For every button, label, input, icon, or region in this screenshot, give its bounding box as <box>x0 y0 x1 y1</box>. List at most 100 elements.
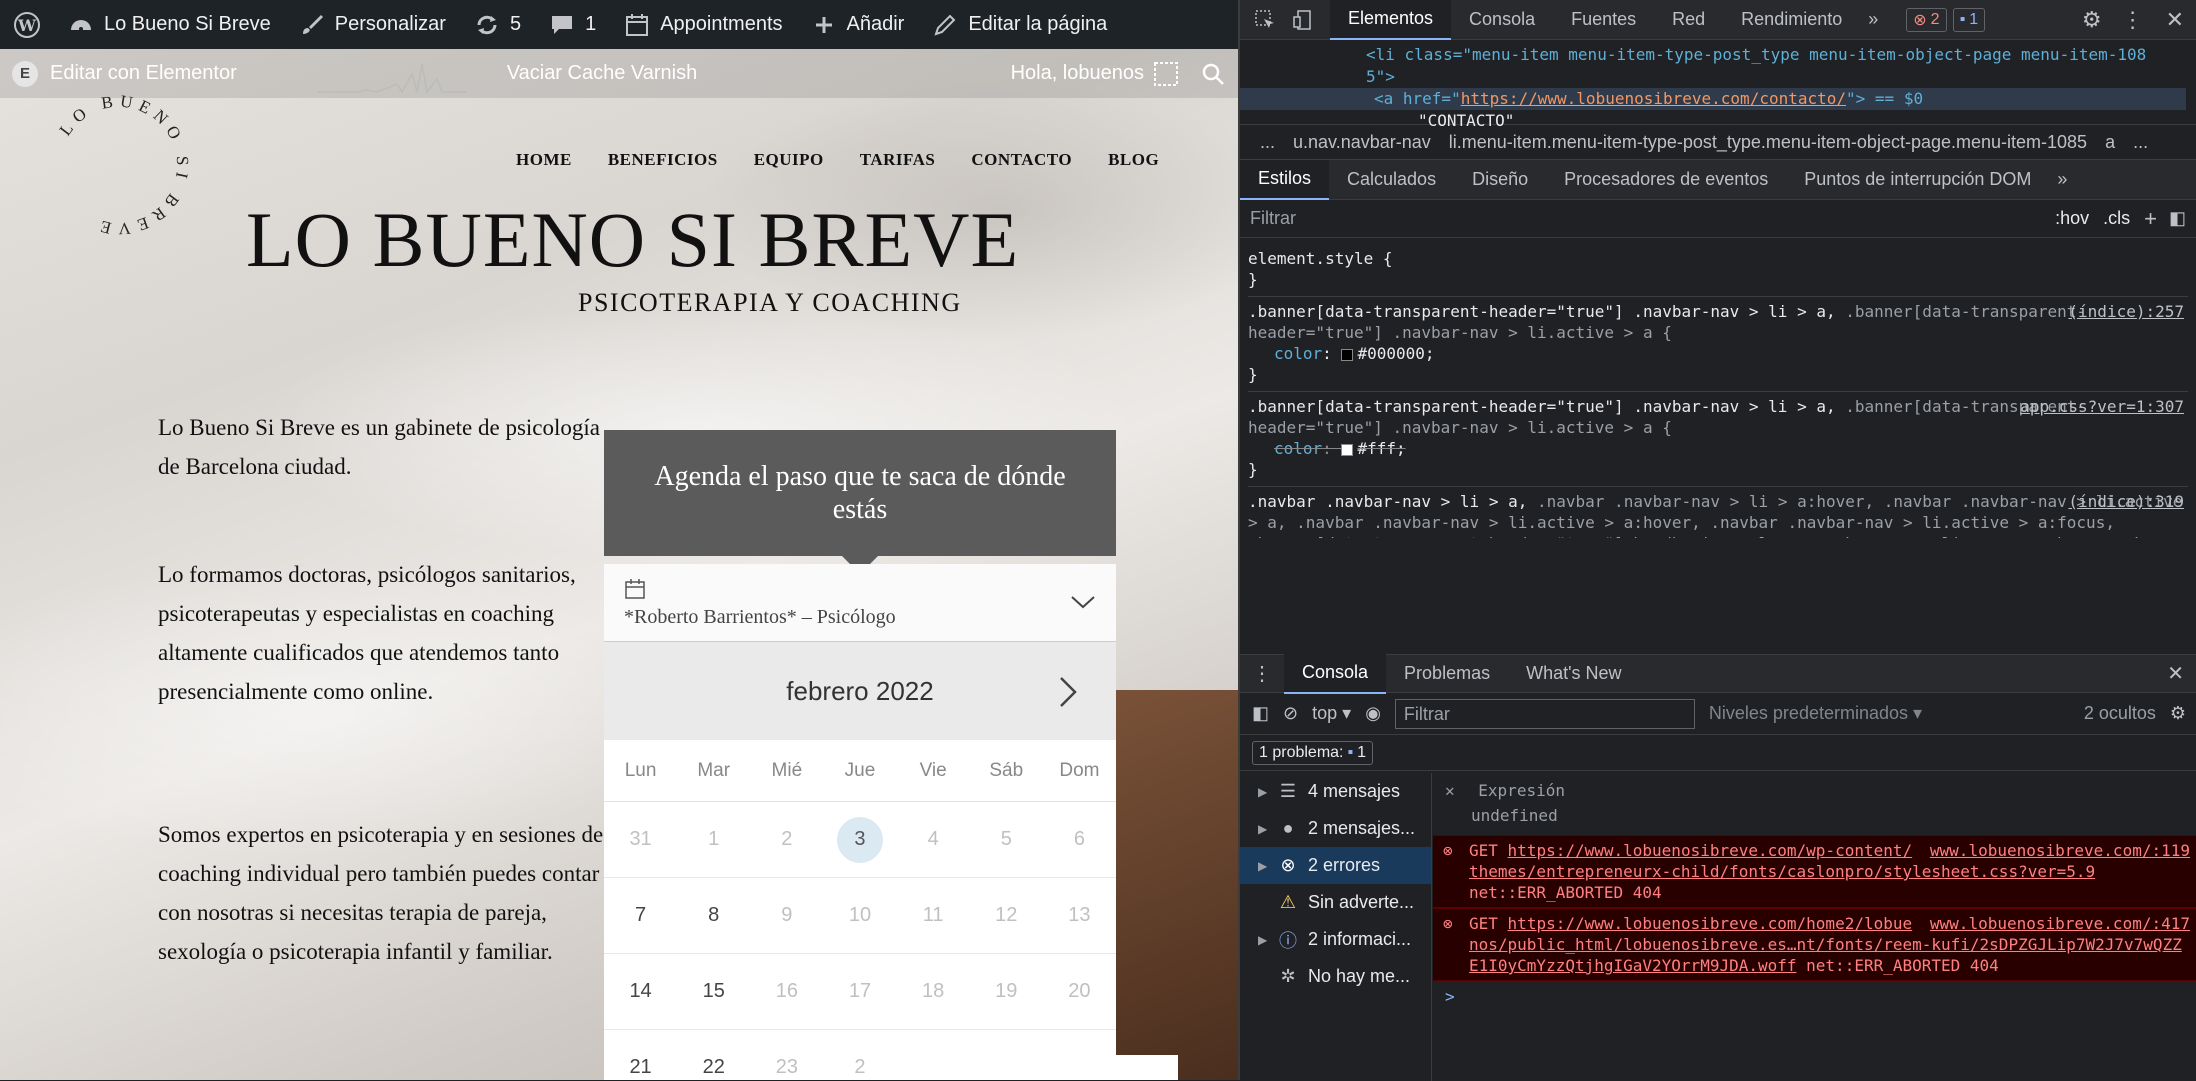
dom-node-li[interactable]: <li class="menu-item menu-item-type-post… <box>1250 44 2186 66</box>
calendar-day[interactable]: 7 <box>604 878 677 953</box>
console-sidebar-item[interactable]: ▶ ⓘ 2 informaci... <box>1240 921 1431 958</box>
tab-dom-breakpoints[interactable]: Puntos de interrupción DOM <box>1786 160 2049 200</box>
nav-beneficios[interactable]: BENEFICIOS <box>590 150 736 170</box>
service-select[interactable]: *Roberto Barrientos* – Psicólogo <box>604 564 1116 642</box>
tab-layout[interactable]: Diseño <box>1454 160 1546 200</box>
device-toggle-icon[interactable] <box>1292 9 1314 31</box>
css-source-link[interactable]: app.css?ver=1:307 <box>2020 396 2184 417</box>
customize-link[interactable]: Personalizar <box>285 0 460 49</box>
console-error[interactable]: ⊗ GET www.lobuenosibreve.com/:119 https://… <box>1433 835 2196 908</box>
levels-select[interactable]: Niveles predeterminados ▾ <box>1709 703 1922 724</box>
clear-console-icon[interactable]: ⊘ <box>1283 703 1298 724</box>
error-badge[interactable]: ⊗ 2 <box>1906 7 1947 32</box>
edit-page-link[interactable]: Editar la página <box>918 0 1121 49</box>
console-filter-input[interactable]: Filtrar <box>1394 698 1695 729</box>
edit-with-elementor-link[interactable]: Editar con Elementor <box>50 62 237 85</box>
dom-node-a[interactable]: <a href="https://www.lobuenosibreve.com/… <box>1240 88 2186 110</box>
nav-home[interactable]: HOME <box>498 150 590 170</box>
breadcrumb-more[interactable]: ... <box>1260 132 1275 153</box>
dom-a-link[interactable]: https://www.lobuenosibreve.com/contacto/ <box>1461 89 1846 108</box>
css-source-link[interactable]: (índice):319 <box>2068 491 2184 512</box>
user-greeting[interactable]: Hola, lobuenos <box>1011 49 1178 98</box>
hov-toggle[interactable]: :hov <box>2055 208 2089 229</box>
drawer-tab-issues[interactable]: Problemas <box>1386 654 1508 694</box>
breadcrumb-item[interactable]: u.nav.navbar-nav <box>1293 132 1431 153</box>
css-rule[interactable]: .banner[data-transparent-header="true"] … <box>1248 297 2188 392</box>
calendar-day[interactable]: 15 <box>677 954 750 1029</box>
message-badge[interactable]: ▪ 1 <box>1952 7 1986 32</box>
calendar-day[interactable]: 21 <box>604 1030 677 1080</box>
drawer-tab-whats-new[interactable]: What's New <box>1508 654 1639 694</box>
console-sidebar-item[interactable]: ▶ ⊗ 2 errores <box>1240 847 1431 884</box>
console-error[interactable]: ⊗ GET www.lobuenosibreve.com/:417 https://… <box>1433 908 2196 981</box>
console-prompt[interactable]: > <box>1433 981 2196 1012</box>
more-tabs-icon[interactable]: » <box>2049 169 2075 190</box>
comments-link[interactable]: 1 <box>535 0 610 49</box>
nav-blog[interactable]: BLOG <box>1090 150 1177 170</box>
css-property[interactable]: color: #000000; <box>1248 343 2188 364</box>
purge-cache-button[interactable]: Vaciar Cache Varnish <box>507 62 697 85</box>
styles-filter-input[interactable]: Filtrar <box>1250 208 2055 229</box>
sidebar-toggle-icon[interactable]: ◧ <box>2169 208 2186 229</box>
more-tabs-icon[interactable]: » <box>1860 9 1886 30</box>
logo-ring[interactable]: LO BUENO SI BREVE <box>44 90 194 240</box>
console-sidebar-item[interactable]: ✲ No hay me... <box>1240 958 1431 995</box>
problems-button[interactable]: 1 problema: ▪ 1 <box>1252 740 1374 765</box>
gear-icon[interactable]: ⚙ <box>2072 7 2112 33</box>
breadcrumb-more[interactable]: ... <box>2133 132 2148 153</box>
context-select[interactable]: top ▾ <box>1312 703 1351 724</box>
tab-console[interactable]: Consola <box>1451 0 1553 40</box>
search-icon[interactable] <box>1200 61 1226 87</box>
expand-arrow-icon[interactable]: ▶ <box>1258 933 1268 947</box>
chevron-right-icon[interactable] <box>1058 676 1078 708</box>
css-rule[interactable]: element.style {} <box>1248 244 2188 297</box>
console-sidebar-item[interactable]: ▶ ☰ 4 mensajes <box>1240 773 1431 810</box>
gear-icon[interactable]: ⚙ <box>2170 703 2186 724</box>
site-name-link[interactable]: Lo Bueno Si Breve <box>54 0 285 49</box>
nav-tarifas[interactable]: TARIFAS <box>842 150 954 170</box>
css-property[interactable]: color: #fff; <box>1248 438 2188 459</box>
css-rule[interactable]: .banner[data-transparent-header="true"] … <box>1248 392 2188 487</box>
calendar-day[interactable]: 22 <box>677 1030 750 1080</box>
tab-computed[interactable]: Calculados <box>1329 160 1454 200</box>
kebab-menu-icon[interactable]: ⋮ <box>1240 661 1284 686</box>
cls-toggle[interactable]: .cls <box>2103 208 2130 229</box>
expand-arrow-icon[interactable]: ▶ <box>1258 859 1268 873</box>
css-source-link[interactable]: (índice):257 <box>2068 301 2184 322</box>
tab-elements[interactable]: Elementos <box>1330 0 1452 40</box>
calendar-day[interactable]: 8 <box>677 878 750 953</box>
calendar-day[interactable]: 3 <box>823 802 896 877</box>
tab-sources[interactable]: Fuentes <box>1553 0 1654 40</box>
console-sidebar-item[interactable]: ▶ ● 2 mensajes... <box>1240 810 1431 847</box>
updates-link[interactable]: 5 <box>460 0 535 49</box>
close-icon[interactable]: ✕ <box>2153 661 2196 686</box>
add-new-link[interactable]: Añadir <box>797 0 919 49</box>
console-sidebar-item[interactable]: ⚠ Sin adverte... <box>1240 884 1431 921</box>
breadcrumb-item[interactable]: a <box>2105 132 2115 153</box>
tab-performance[interactable]: Rendimiento <box>1723 0 1860 40</box>
eye-icon[interactable]: ◉ <box>1365 703 1381 724</box>
inspect-icon[interactable] <box>1254 9 1276 31</box>
error-source-link[interactable]: www.lobuenosibreve.com/:417 <box>1930 913 2190 934</box>
expand-arrow-icon[interactable]: ▶ <box>1258 785 1268 799</box>
nav-equipo[interactable]: EQUIPO <box>736 150 842 170</box>
sidebar-toggle-icon[interactable]: ◧ <box>1252 703 1269 724</box>
kebab-menu-icon[interactable]: ⋮ <box>2112 7 2154 33</box>
tab-styles[interactable]: Estilos <box>1240 159 1330 200</box>
appointments-link[interactable]: Appointments <box>610 0 796 49</box>
css-rule[interactable]: .navbar .navbar-nav > li > a, .navbar .n… <box>1248 487 2188 538</box>
breadcrumb-item[interactable]: li.menu-item.menu-item-type-post_type.me… <box>1449 132 2087 153</box>
tab-event-listeners[interactable]: Procesadores de eventos <box>1546 160 1786 200</box>
wordpress-logo-button[interactable]: W <box>0 0 54 49</box>
close-icon[interactable]: ✕ <box>1445 781 1455 800</box>
tab-network[interactable]: Red <box>1654 0 1723 40</box>
expand-arrow-icon[interactable]: ▶ <box>1258 822 1268 836</box>
color-swatch[interactable] <box>1341 443 1354 456</box>
color-swatch[interactable] <box>1341 348 1354 361</box>
live-expression[interactable]: ✕ Expresión undefined <box>1433 773 2196 825</box>
error-source-link[interactable]: www.lobuenosibreve.com/:119 <box>1930 840 2190 861</box>
calendar-day[interactable]: 14 <box>604 954 677 1029</box>
plus-icon[interactable]: + <box>2144 206 2157 232</box>
nav-contacto[interactable]: CONTACTO <box>953 150 1090 170</box>
close-icon[interactable]: ✕ <box>2154 7 2196 33</box>
